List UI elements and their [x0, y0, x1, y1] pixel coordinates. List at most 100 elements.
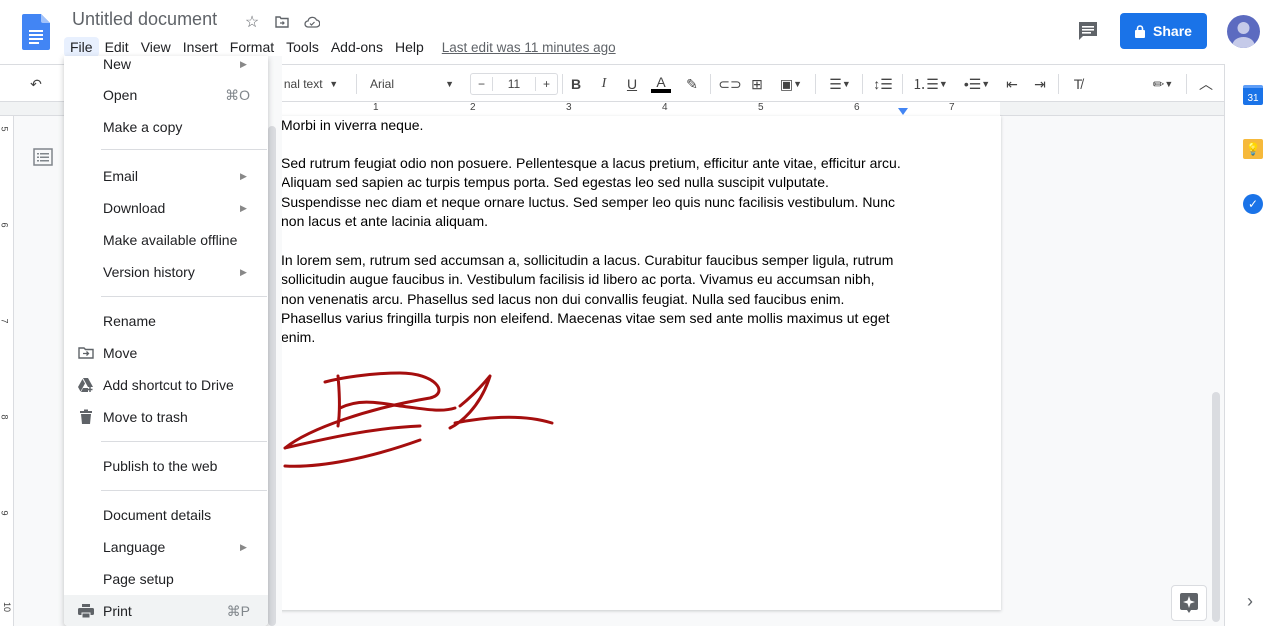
document-outline-icon[interactable]: [33, 148, 53, 166]
cloud-saved-icon[interactable]: [302, 12, 322, 32]
menu-item-email[interactable]: Email ▶: [64, 160, 268, 192]
font-dropdown[interactable]: Arial ▼: [362, 65, 462, 103]
text-color-icon[interactable]: A: [650, 65, 672, 103]
menu-insert[interactable]: Insert: [177, 37, 224, 57]
ruler-number: 1: [373, 102, 379, 113]
menu-help[interactable]: Help: [389, 37, 430, 57]
paragraph[interactable]: Morbi in viverra neque.: [281, 116, 901, 135]
print-icon: [78, 604, 94, 619]
editing-mode-icon[interactable]: ✏ ▼: [1146, 65, 1180, 103]
line-spacing-icon[interactable]: ↕☰: [872, 65, 894, 103]
explore-button[interactable]: [1171, 585, 1207, 621]
menu-item-print[interactable]: Print ⌘P: [64, 595, 268, 626]
drive-shortcut-icon: [78, 378, 93, 392]
menu-item-version-history[interactable]: Version history ▶: [64, 256, 268, 288]
menu-item-open[interactable]: Open ⌘O: [64, 79, 268, 111]
menu-divider: [101, 441, 267, 442]
collapse-toolbar-icon[interactable]: ︿: [1196, 65, 1216, 103]
menu-item-new[interactable]: New ▶: [64, 56, 268, 80]
shortcut: ⌘O: [225, 86, 250, 103]
menu-item-move[interactable]: Move: [64, 337, 268, 369]
star-icon[interactable]: ☆: [242, 12, 262, 32]
trash-icon: [80, 409, 92, 424]
underline-icon[interactable]: U: [622, 65, 642, 103]
document-page[interactable]: Morbi in viverra neque. Sed rutrum feugi…: [270, 116, 1001, 610]
menu-edit[interactable]: Edit: [99, 37, 135, 57]
expand-panel-icon[interactable]: ›: [1247, 591, 1253, 612]
keep-icon[interactable]: 💡: [1243, 139, 1263, 159]
menu-divider: [101, 296, 267, 297]
document-title[interactable]: Untitled document: [72, 9, 217, 30]
comment-history-icon[interactable]: [1076, 19, 1100, 43]
tasks-icon[interactable]: ✓: [1243, 194, 1263, 214]
menu-item-publish[interactable]: Publish to the web: [64, 450, 268, 482]
menu-addons[interactable]: Add-ons: [325, 37, 389, 57]
menu-item-offline[interactable]: Make available offline: [64, 224, 268, 256]
calendar-icon[interactable]: 31: [1243, 85, 1263, 105]
font-size-control: − 11 +: [470, 73, 558, 95]
increase-indent-icon[interactable]: ⇥: [1030, 65, 1050, 103]
ruler-number: 10: [2, 601, 13, 613]
ruler-number: 4: [662, 102, 668, 113]
document-scrollbar[interactable]: [1212, 392, 1220, 622]
paragraph[interactable]: In lorem sem, rutrum sed accumsan a, sol…: [281, 251, 901, 347]
ruler-number: 8: [0, 414, 10, 420]
docs-logo-icon[interactable]: [22, 14, 50, 50]
vertical-ruler[interactable]: 5 6 7 8 9 10: [0, 116, 14, 626]
ruler-number: 9: [0, 510, 10, 516]
move-folder-icon[interactable]: [272, 12, 292, 32]
right-indent-marker[interactable]: [898, 108, 908, 115]
app-header: Untitled document ☆ File Edit View Inser…: [0, 0, 1280, 64]
last-edit-link[interactable]: Last edit was 11 minutes ago: [442, 40, 616, 55]
share-button[interactable]: Share: [1120, 13, 1207, 49]
menu-item-make-copy[interactable]: Make a copy: [64, 111, 268, 143]
ruler-number: 7: [949, 102, 955, 113]
ruler-number: 6: [854, 102, 860, 113]
side-panel: 31 💡 ✓ ›: [1224, 64, 1280, 626]
menu-scrollbar[interactable]: [268, 126, 276, 626]
menu-item-document-details[interactable]: Document details: [64, 499, 268, 531]
add-comment-icon[interactable]: ⊞: [747, 65, 767, 103]
menu-item-download[interactable]: Download ▶: [64, 192, 268, 224]
menu-file[interactable]: File: [64, 37, 99, 57]
menu-tools[interactable]: Tools: [280, 37, 325, 57]
decrease-font-size-button[interactable]: −: [471, 77, 493, 91]
italic-icon[interactable]: I: [594, 65, 614, 103]
paragraph[interactable]: Sed rutrum feugiat odio non posuere. Pel…: [281, 154, 901, 231]
ruler-number: 5: [0, 126, 10, 132]
menu-format[interactable]: Format: [224, 37, 280, 57]
submenu-arrow-icon: ▶: [240, 58, 247, 69]
shortcut: ⌘P: [226, 602, 250, 619]
menu-item-trash[interactable]: Move to trash: [64, 401, 268, 433]
submenu-arrow-icon: ▶: [240, 266, 247, 277]
insert-image-icon[interactable]: ▣ ▼: [774, 65, 808, 103]
submenu-arrow-icon: ▶: [240, 202, 247, 213]
numbered-list-icon[interactable]: ⒈☰ ▼: [910, 65, 950, 103]
submenu-arrow-icon: ▶: [240, 541, 247, 552]
submenu-arrow-icon: ▶: [240, 170, 247, 181]
menu-item-rename[interactable]: Rename: [64, 305, 268, 337]
style-dropdown[interactable]: nal text ▼: [276, 65, 346, 103]
font-size-input[interactable]: 11: [493, 77, 535, 91]
undo-icon[interactable]: ↶: [26, 65, 46, 103]
explore-icon: [1180, 593, 1198, 613]
ruler-number: 7: [0, 318, 10, 324]
bulleted-list-icon[interactable]: •☰ ▼: [957, 65, 997, 103]
account-avatar[interactable]: [1227, 15, 1260, 48]
align-icon[interactable]: ☰ ▼: [825, 65, 855, 103]
ruler-number: 5: [758, 102, 764, 113]
menu-item-language[interactable]: Language ▶: [64, 531, 268, 563]
menu-item-add-shortcut[interactable]: Add shortcut to Drive: [64, 369, 268, 401]
signature-image[interactable]: [280, 368, 560, 478]
increase-font-size-button[interactable]: +: [535, 77, 557, 91]
move-folder-icon: [78, 347, 94, 359]
bold-icon[interactable]: B: [566, 65, 586, 103]
file-menu: New ▶ Open ⌘O Make a copy Email ▶ Download ▶…: [64, 56, 268, 626]
menu-item-page-setup[interactable]: Page setup: [64, 563, 268, 595]
clear-formatting-icon[interactable]: T̸: [1068, 65, 1088, 103]
menu-view[interactable]: View: [135, 37, 177, 57]
ruler-number: 6: [0, 222, 10, 228]
decrease-indent-icon[interactable]: ⇤: [1002, 65, 1022, 103]
link-icon[interactable]: ⊂⊃: [718, 65, 741, 103]
highlight-icon[interactable]: ✎: [682, 65, 702, 103]
